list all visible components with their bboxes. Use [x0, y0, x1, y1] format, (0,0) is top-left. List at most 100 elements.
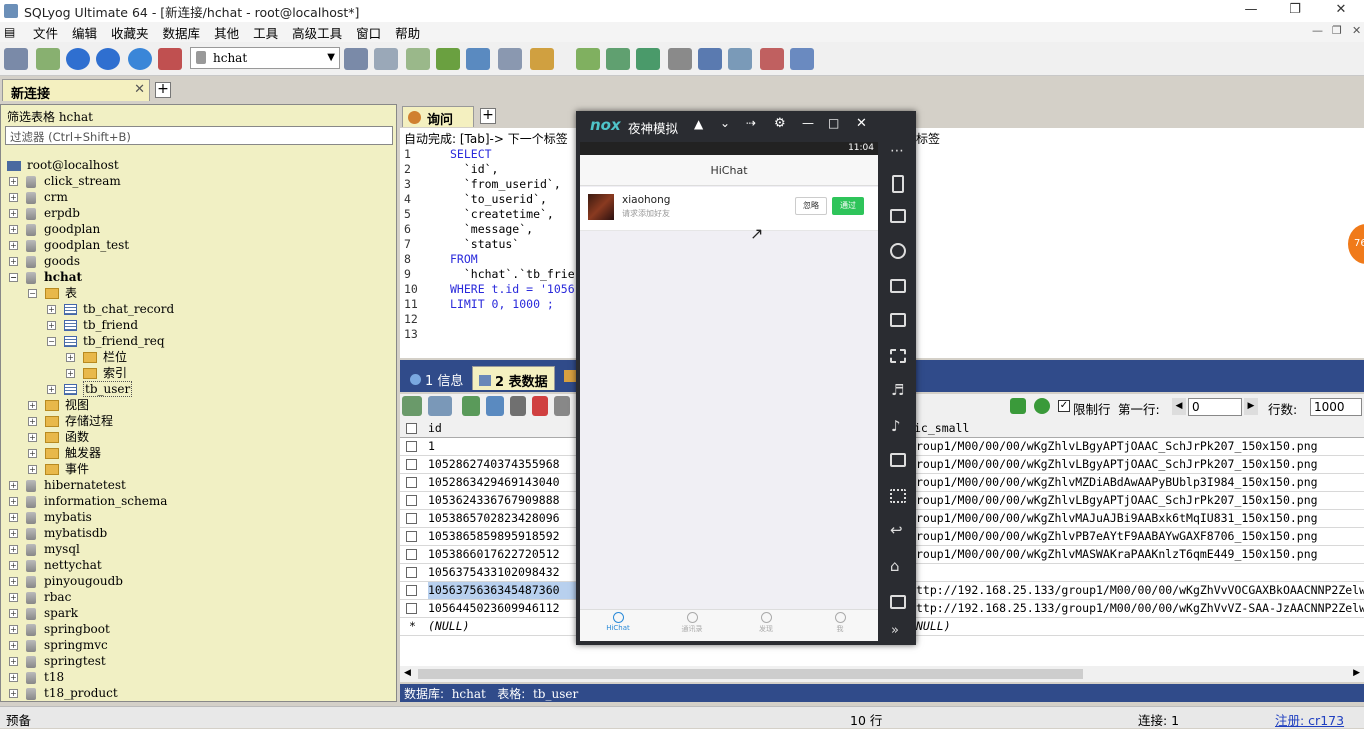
minimize-button[interactable]: —: [1228, 0, 1274, 22]
row-checkbox[interactable]: [406, 549, 417, 560]
table-icon[interactable]: [498, 48, 522, 70]
tree-db[interactable]: + goods: [9, 253, 80, 269]
tree-db[interactable]: + rbac: [9, 589, 71, 605]
tree-db[interactable]: + springboot: [9, 621, 110, 637]
tab-query[interactable]: 询问: [402, 106, 474, 128]
close-icon[interactable]: ✕: [856, 116, 867, 131]
more-icon[interactable]: ⋯: [890, 143, 904, 159]
next-page-button[interactable]: ▶: [1244, 398, 1258, 415]
sync-icon[interactable]: [606, 48, 630, 70]
backup-icon[interactable]: [406, 48, 430, 70]
tree-db[interactable]: + t18: [9, 669, 64, 685]
tree-root[interactable]: root@localhost: [7, 157, 119, 173]
restore-button[interactable]: ❐: [1272, 0, 1318, 22]
menu-window[interactable]: 窗口: [349, 23, 388, 42]
refresh-icon[interactable]: [128, 48, 152, 70]
tab-more[interactable]: [558, 366, 576, 390]
nav-me[interactable]: 我: [810, 612, 870, 634]
location-icon[interactable]: [890, 243, 906, 259]
tree-db[interactable]: + springmvc: [9, 637, 108, 653]
tree-table[interactable]: − tb_friend_req: [47, 333, 165, 349]
schema-icon[interactable]: [530, 48, 554, 70]
fullscreen-icon[interactable]: [890, 349, 906, 363]
user-manager-icon[interactable]: [344, 48, 368, 70]
execute-icon[interactable]: [66, 48, 90, 70]
scroll-right-icon[interactable]: ▶: [1353, 668, 1360, 678]
scrollbar-thumb[interactable]: [418, 669, 1083, 679]
maximize-icon[interactable]: □: [828, 116, 839, 130]
scroll-left-icon[interactable]: ◀: [404, 668, 411, 678]
designer-icon[interactable]: [760, 48, 784, 70]
compare-icon[interactable]: [636, 48, 660, 70]
row-checkbox[interactable]: [406, 495, 417, 506]
import-dropdown-icon[interactable]: [428, 396, 452, 416]
menu-advanced-tools[interactable]: 高级工具: [285, 23, 349, 42]
query-builder-icon[interactable]: [576, 48, 600, 70]
cancel-icon[interactable]: [554, 396, 570, 416]
add-query-tab-button[interactable]: +: [480, 108, 496, 124]
menu-file[interactable]: 文件: [26, 23, 65, 42]
row-checkbox[interactable]: [406, 441, 417, 452]
menu-edit[interactable]: 编辑: [65, 23, 104, 42]
robot-icon[interactable]: [890, 209, 906, 223]
row-checkbox[interactable]: [406, 513, 417, 524]
tree-table[interactable]: + tb_chat_record: [47, 301, 174, 317]
apk-icon[interactable]: [890, 453, 906, 467]
connect-icon[interactable]: [4, 48, 28, 70]
tree-indexes-folder[interactable]: + 索引: [66, 365, 127, 381]
menu-other[interactable]: 其他: [207, 23, 246, 42]
tree-db[interactable]: + erpdb: [9, 205, 80, 221]
shirt-icon[interactable]: ▲: [694, 117, 703, 131]
stop-icon[interactable]: [158, 48, 182, 70]
tree-db[interactable]: + spark: [9, 605, 78, 621]
notification-icon[interactable]: [698, 48, 722, 70]
filter-icon[interactable]: [1010, 398, 1026, 414]
tree-db[interactable]: + crm: [9, 189, 68, 205]
back-icon[interactable]: ↩: [890, 521, 903, 539]
menu-tools[interactable]: 工具: [246, 23, 285, 42]
tab-table-data[interactable]: 2 表数据: [472, 366, 555, 390]
menu-favorites[interactable]: 收藏夹: [104, 23, 156, 42]
nav-discover[interactable]: 发现: [736, 612, 796, 634]
operation-icon[interactable]: [890, 489, 906, 503]
tree-db[interactable]: + springtest: [9, 653, 106, 669]
tree-icon[interactable]: [790, 48, 814, 70]
shake-icon[interactable]: [892, 175, 904, 193]
accept-button[interactable]: 通过: [832, 197, 864, 215]
duplicate-row-icon[interactable]: [486, 396, 504, 416]
row-checkbox[interactable]: [406, 477, 417, 488]
tree-folder[interactable]: + 事件: [28, 461, 89, 477]
tree-db-hchat[interactable]: − hchat: [9, 269, 82, 285]
nav-hichat[interactable]: HiChat: [588, 612, 648, 632]
row-checkbox[interactable]: [406, 459, 417, 470]
new-connection-icon[interactable]: [36, 48, 60, 70]
row-checkbox[interactable]: [406, 531, 417, 542]
monitor-icon[interactable]: [728, 48, 752, 70]
tree-table-tb-user[interactable]: + tb_user: [47, 381, 133, 397]
tree-db[interactable]: + pinyougoudb: [9, 573, 123, 589]
tree-db[interactable]: + click_stream: [9, 173, 121, 189]
mdi-minimize-button[interactable]: —: [1312, 24, 1323, 37]
tree-db[interactable]: + goodplan_test: [9, 237, 129, 253]
rows-input[interactable]: 1000: [1310, 398, 1362, 416]
tab-connection[interactable]: 新连接 ✕: [2, 79, 150, 102]
tree-tables-folder[interactable]: − 表: [28, 285, 77, 301]
column-header-id[interactable]: id: [428, 420, 442, 437]
tree-table[interactable]: + tb_friend: [47, 317, 138, 333]
prev-page-button[interactable]: ◀: [1172, 398, 1186, 415]
tree-db[interactable]: + information_schema: [9, 493, 167, 509]
mdi-close-button[interactable]: ✕: [1352, 24, 1361, 37]
row-checkbox[interactable]: [406, 603, 417, 614]
tree-folder[interactable]: + 触发器: [28, 445, 101, 461]
screen-icon[interactable]: [890, 279, 906, 293]
export-icon[interactable]: [402, 396, 422, 416]
home-icon[interactable]: ⌂: [890, 557, 900, 575]
column-header-pic-small[interactable]: ic_small: [914, 420, 969, 437]
row-checkbox[interactable]: [406, 567, 417, 578]
close-icon[interactable]: ✕: [134, 82, 145, 97]
recent-apps-icon[interactable]: [890, 595, 906, 609]
chevron-down-icon[interactable]: ⌄: [720, 116, 730, 130]
tree-folder[interactable]: + 函数: [28, 429, 89, 445]
expand-icon[interactable]: »: [891, 623, 899, 638]
mdi-restore-button[interactable]: ❐: [1332, 24, 1342, 37]
